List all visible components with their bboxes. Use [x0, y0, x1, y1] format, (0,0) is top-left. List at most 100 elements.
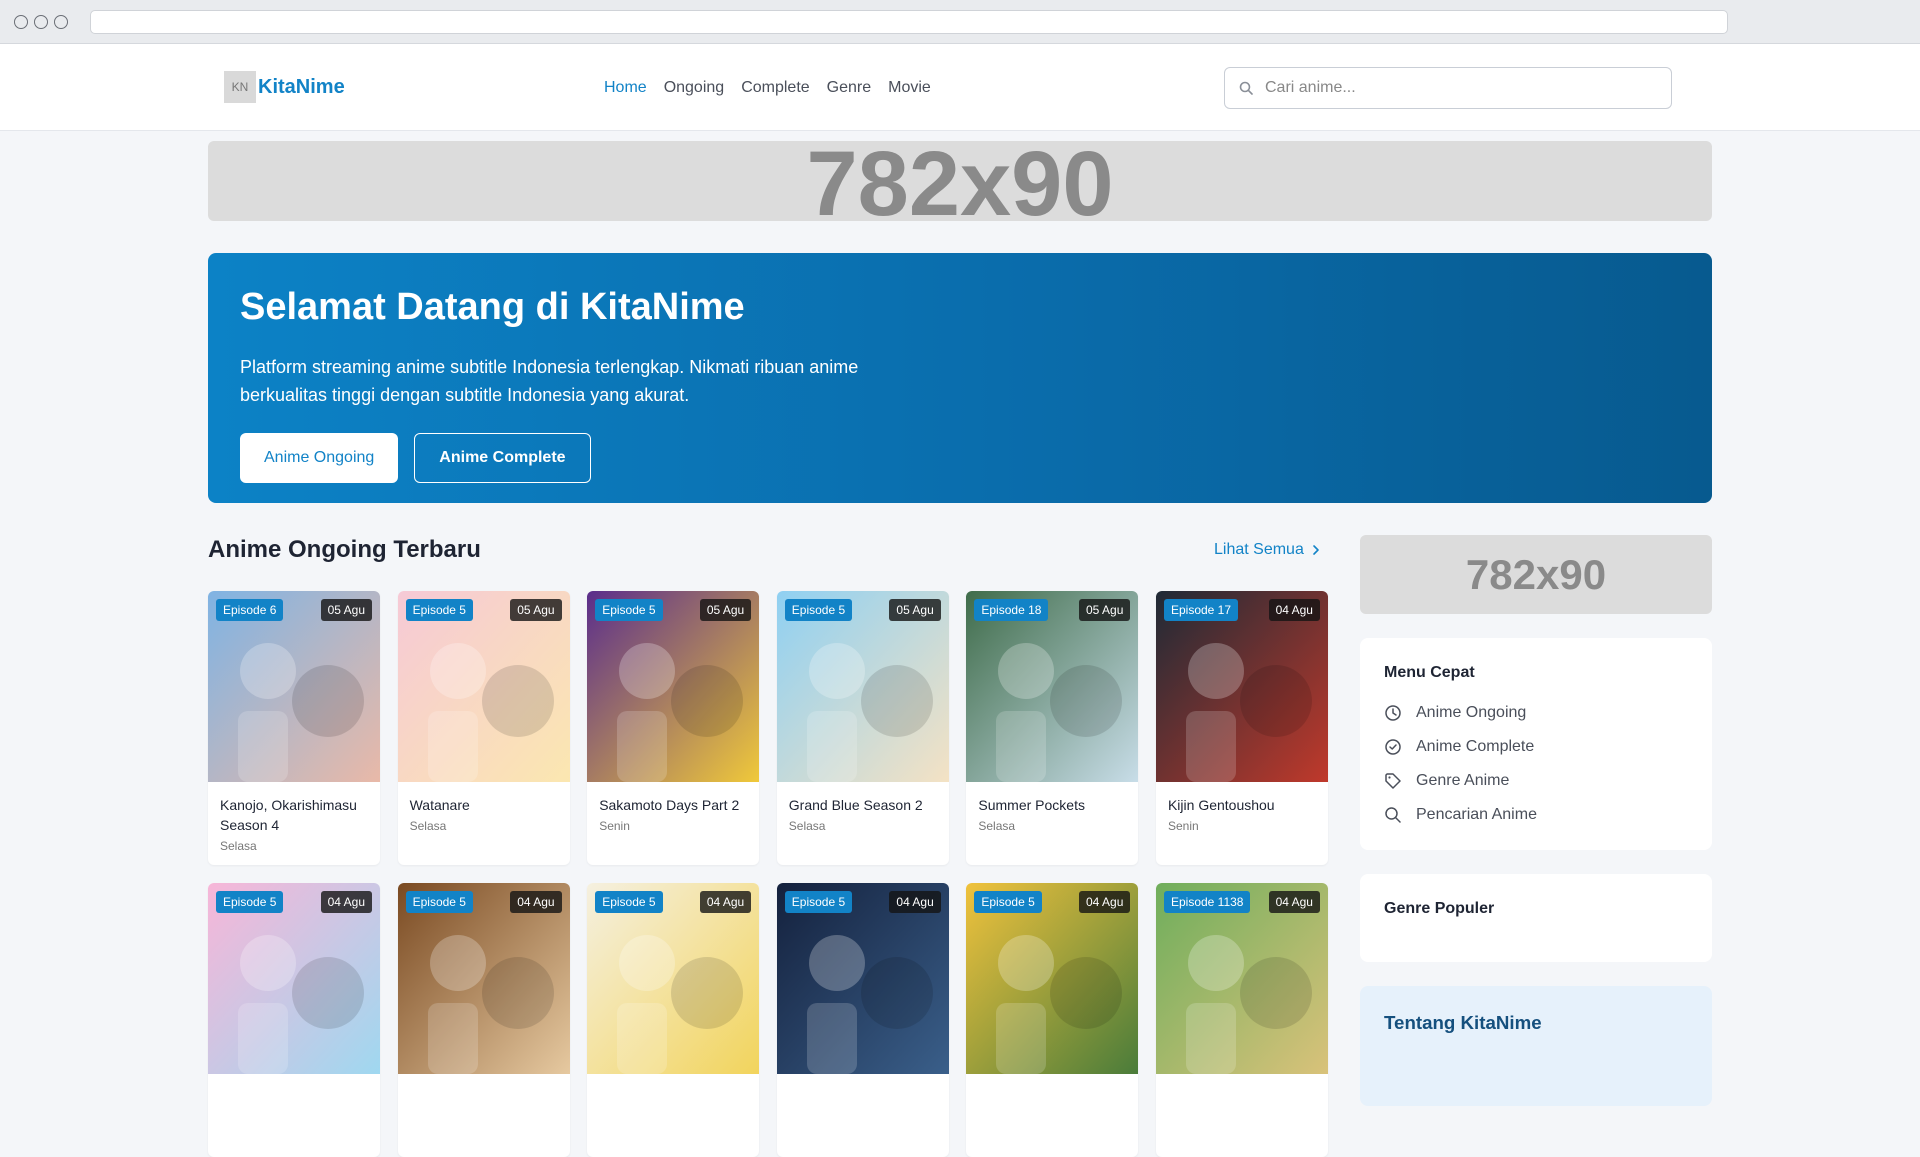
card-body: Kijin Gentoushou Senin: [1156, 782, 1328, 846]
main-nav: Home Ongoing Complete Genre Movie: [604, 79, 931, 97]
anime-card[interactable]: Episode 18 05 Agu Summer Pockets Selasa: [966, 591, 1139, 865]
episode-badge: Episode 18: [974, 599, 1049, 621]
nav-home[interactable]: Home: [604, 79, 647, 97]
anime-thumbnail[interactable]: Episode 6 05 Agu: [208, 591, 380, 782]
window-controls: [14, 15, 68, 29]
see-all-label: Lihat Semua: [1214, 541, 1304, 558]
card-body: Kanojo, Okarishimasu Season 4 Selasa: [208, 782, 380, 865]
date-badge: 04 Agu: [510, 891, 562, 913]
episode-badge: Episode 5: [405, 891, 473, 913]
ad-banner-top[interactable]: 782x90: [208, 141, 1712, 221]
search-input[interactable]: [1265, 79, 1645, 97]
window-dot-icon[interactable]: [14, 15, 28, 29]
nav-complete[interactable]: Complete: [741, 79, 809, 97]
quick-menu-label: Anime Ongoing: [1416, 704, 1527, 721]
anime-card[interactable]: Episode 5 05 Agu Watanare Selasa: [397, 591, 570, 865]
anime-ongoing-button[interactable]: Anime Ongoing: [240, 433, 399, 483]
nav-ongoing[interactable]: Ongoing: [664, 79, 725, 97]
anime-title[interactable]: Kanojo, Okarishimasu Season 4: [220, 795, 368, 835]
site-header: KN KitaNime Home Ongoing Complete Genre …: [0, 44, 1920, 131]
anime-title[interactable]: Watanare: [410, 795, 558, 815]
anime-thumbnail[interactable]: Episode 5 04 Agu: [208, 883, 380, 1074]
window-dot-icon[interactable]: [34, 15, 48, 29]
anime-thumbnail[interactable]: Episode 5 05 Agu: [776, 591, 949, 782]
anime-card[interactable]: Episode 5 04 Agu: [966, 883, 1139, 1157]
anime-card[interactable]: Episode 5 04 Agu: [208, 883, 380, 1157]
card-body: [587, 1074, 759, 1104]
anime-thumbnail[interactable]: Episode 5 05 Agu: [397, 591, 570, 782]
anime-card[interactable]: Episode 5 04 Agu: [776, 883, 949, 1157]
anime-complete-button[interactable]: Anime Complete: [414, 433, 591, 483]
anime-thumbnail[interactable]: Episode 5 04 Agu: [776, 883, 949, 1074]
episode-badge: Episode 5: [405, 599, 473, 621]
search-box[interactable]: [1224, 67, 1672, 109]
date-badge: 04 Agu: [889, 891, 941, 913]
ad-side-label: 782x90: [1465, 550, 1607, 598]
date-badge: 05 Agu: [889, 599, 941, 621]
section-title: Anime Ongoing Terbaru: [208, 536, 481, 563]
hero-banner: Selamat Datang di KitaNime Platform stre…: [208, 253, 1712, 503]
anime-card[interactable]: Episode 5 05 Agu Sakamoto Days Part 2 Se…: [587, 591, 760, 865]
window-dot-icon[interactable]: [54, 15, 68, 29]
search-icon: [1239, 81, 1253, 95]
quick-menu-item-genre[interactable]: Genre Anime: [1384, 772, 1688, 790]
episode-badge: Episode 6: [216, 599, 284, 621]
quick-menu-label: Genre Anime: [1416, 772, 1510, 789]
anime-grid: Episode 6 05 Agu Kanojo, Okarishimasu Se…: [208, 591, 1328, 1157]
episode-badge: Episode 17: [1163, 599, 1239, 621]
date-badge: 05 Agu: [320, 599, 372, 621]
release-day: Selasa: [409, 819, 447, 833]
anime-title[interactable]: Summer Pockets: [978, 795, 1126, 815]
address-bar[interactable]: [90, 10, 1728, 34]
card-body: [966, 1074, 1138, 1104]
card-body: [398, 1074, 570, 1104]
card-body: Grand Blue Season 2 Selasa: [777, 782, 949, 846]
nav-genre[interactable]: Genre: [827, 79, 871, 97]
anime-card[interactable]: Episode 6 05 Agu Kanojo, Okarishimasu Se…: [208, 591, 380, 865]
date-badge: 04 Agu: [699, 891, 752, 913]
episode-badge: Episode 5: [974, 891, 1042, 913]
quick-menu-item-search[interactable]: Pencarian Anime: [1384, 806, 1688, 824]
see-all-link[interactable]: Lihat Semua: [1214, 541, 1320, 559]
anime-thumbnail[interactable]: Episode 5 05 Agu: [587, 591, 760, 782]
quick-menu-item-ongoing[interactable]: Anime Ongoing: [1384, 704, 1688, 722]
release-day: Senin: [599, 819, 630, 833]
anime-thumbnail[interactable]: Episode 18 05 Agu: [966, 591, 1139, 782]
anime-title[interactable]: Kijin Gentoushou: [1168, 795, 1316, 815]
anime-thumbnail[interactable]: Episode 5 04 Agu: [966, 883, 1139, 1074]
logo-badge: KN: [224, 71, 256, 103]
release-day: Selasa: [978, 819, 1016, 833]
genre-panel: Genre Populer: [1360, 874, 1712, 962]
search-icon: [1385, 807, 1401, 823]
quick-menu-label: Anime Complete: [1416, 738, 1535, 755]
anime-card[interactable]: Episode 1138 04 Agu: [1155, 883, 1328, 1157]
browser-chrome: [0, 0, 1920, 44]
quick-menu-item-complete[interactable]: Anime Complete: [1384, 738, 1688, 756]
nav-movie[interactable]: Movie: [888, 79, 931, 97]
ad-banner-side[interactable]: 782x90: [1360, 535, 1712, 614]
card-body: [208, 1074, 380, 1104]
anime-thumbnail[interactable]: Episode 1138 04 Agu: [1155, 883, 1328, 1074]
anime-thumbnail[interactable]: Episode 5 04 Agu: [397, 883, 570, 1074]
date-badge: 04 Agu: [1079, 891, 1131, 913]
hero-subtitle: Platform streaming anime subtitle Indone…: [240, 357, 859, 405]
date-badge: 04 Agu: [320, 891, 372, 913]
episode-badge: Episode 5: [784, 599, 853, 621]
about-panel: Tentang KitaNime: [1360, 986, 1712, 1106]
anime-card[interactable]: Episode 5 05 Agu Grand Blue Season 2 Sel…: [776, 591, 949, 865]
release-day: Selasa: [220, 839, 257, 853]
anime-card[interactable]: Episode 5 04 Agu: [587, 883, 760, 1157]
date-badge: 04 Agu: [1268, 891, 1320, 913]
episode-badge: Episode 5: [595, 891, 663, 913]
anime-thumbnail[interactable]: Episode 17 04 Agu: [1155, 591, 1328, 782]
anime-title[interactable]: Sakamoto Days Part 2: [599, 795, 747, 815]
quick-menu-panel: Menu Cepat Anime Ongoing Anime Complete …: [1360, 638, 1712, 850]
anime-card[interactable]: Episode 17 04 Agu Kijin Gentoushou Senin: [1155, 591, 1328, 865]
episode-badge: Episode 5: [784, 891, 853, 913]
anime-thumbnail[interactable]: Episode 5 04 Agu: [587, 883, 760, 1074]
site-logo[interactable]: KN KitaNime: [224, 71, 345, 103]
anime-card[interactable]: Episode 5 04 Agu: [397, 883, 570, 1157]
anime-title[interactable]: Grand Blue Season 2: [789, 795, 937, 815]
card-body: [1156, 1074, 1328, 1104]
date-badge: 04 Agu: [1268, 599, 1320, 621]
